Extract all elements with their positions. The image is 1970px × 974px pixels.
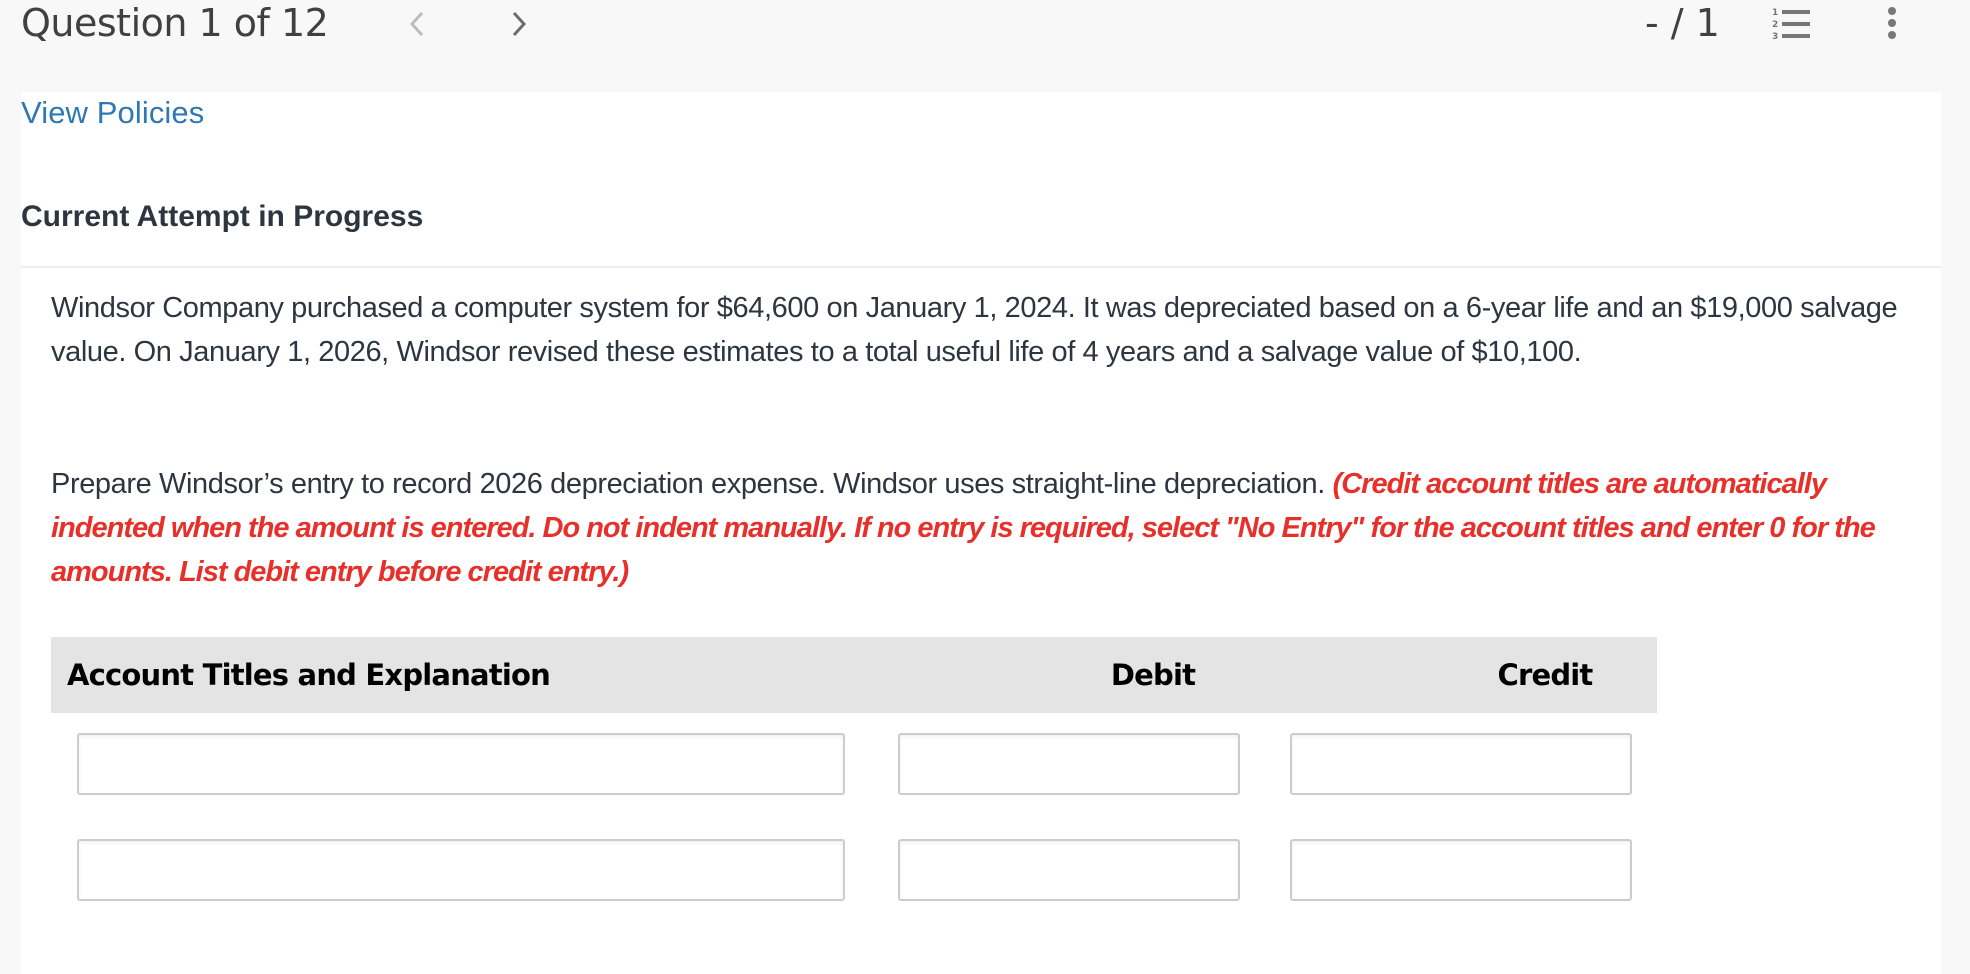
numbered-list-icon: 1 2 3 — [1772, 8, 1810, 42]
column-header-credit: Credit — [1497, 658, 1593, 692]
more-options-button[interactable] — [1880, 6, 1904, 40]
question-counter: Question 1 of 12 — [21, 1, 329, 45]
journal-row — [51, 713, 1657, 819]
credit-input[interactable] — [1290, 733, 1632, 795]
attempt-status-heading: Current Attempt in Progress — [21, 200, 424, 233]
top-bar: Question 1 of 12 - / 1 1 2 3 — [0, 0, 1970, 92]
instruction-text: Prepare Windsor’s entry to record 2026 d… — [51, 468, 1325, 500]
chevron-left-icon — [409, 11, 424, 37]
svg-text:1: 1 — [1772, 8, 1778, 18]
journal-table-header: Account Titles and Explanation Debit Cre… — [51, 637, 1657, 713]
question-panel: View Policies Current Attempt in Progres… — [21, 92, 1941, 974]
question-text: Windsor Company purchased a computer sys… — [51, 292, 1898, 368]
divider — [21, 266, 1941, 268]
account-title-input[interactable] — [77, 839, 845, 901]
svg-text:2: 2 — [1772, 20, 1778, 30]
vertical-ellipsis-icon — [1888, 7, 1896, 39]
column-header-debit: Debit — [1110, 658, 1196, 692]
journal-entry-table: Account Titles and Explanation Debit Cre… — [51, 637, 1657, 925]
credit-input[interactable] — [1290, 839, 1632, 901]
score-display: - / 1 — [1645, 1, 1720, 45]
question-list-button[interactable]: 1 2 3 — [1772, 6, 1816, 42]
debit-input[interactable] — [898, 839, 1240, 901]
column-header-account: Account Titles and Explanation — [67, 658, 551, 692]
journal-row — [51, 819, 1657, 925]
debit-input[interactable] — [898, 733, 1240, 795]
svg-text:3: 3 — [1772, 32, 1778, 40]
previous-question-button[interactable] — [397, 4, 437, 44]
next-question-button[interactable] — [499, 4, 539, 44]
view-policies-link[interactable]: View Policies — [21, 95, 204, 131]
question-instructions: Prepare Windsor’s entry to record 2026 d… — [51, 462, 1931, 594]
chevron-right-icon — [512, 11, 527, 37]
account-title-input[interactable] — [77, 733, 845, 795]
